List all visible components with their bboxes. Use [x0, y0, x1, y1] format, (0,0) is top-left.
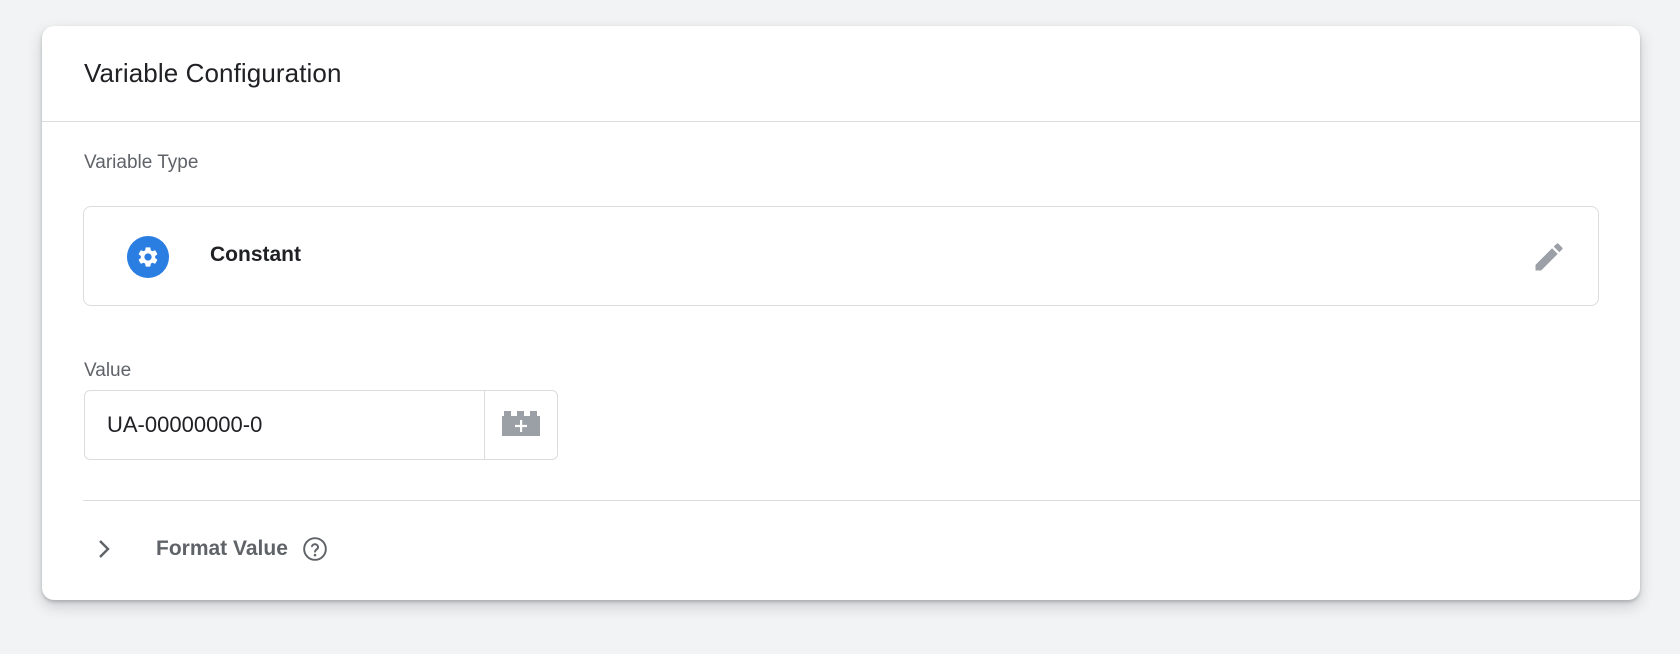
variable-configuration-card: Variable Configuration Variable Type Con… [42, 26, 1640, 600]
value-input[interactable] [85, 391, 484, 459]
section-divider [83, 500, 1640, 501]
gear-icon [127, 236, 169, 278]
variable-type-selector[interactable]: Constant [83, 206, 1599, 306]
help-circle-icon[interactable] [302, 536, 328, 562]
add-variable-brick-icon [500, 408, 542, 443]
card-header: Variable Configuration [42, 26, 1640, 122]
add-variable-button[interactable] [484, 391, 557, 459]
pencil-icon[interactable] [1530, 238, 1568, 276]
variable-type-label: Variable Type [84, 152, 199, 173]
value-field-group [84, 390, 558, 460]
chevron-right-icon [94, 537, 114, 561]
value-label: Value [84, 360, 132, 381]
format-value-label: Format Value [156, 537, 288, 560]
card-title: Variable Configuration [84, 58, 342, 88]
format-value-toggle[interactable]: Format Value [94, 536, 328, 562]
variable-type-name: Constant [210, 243, 301, 266]
